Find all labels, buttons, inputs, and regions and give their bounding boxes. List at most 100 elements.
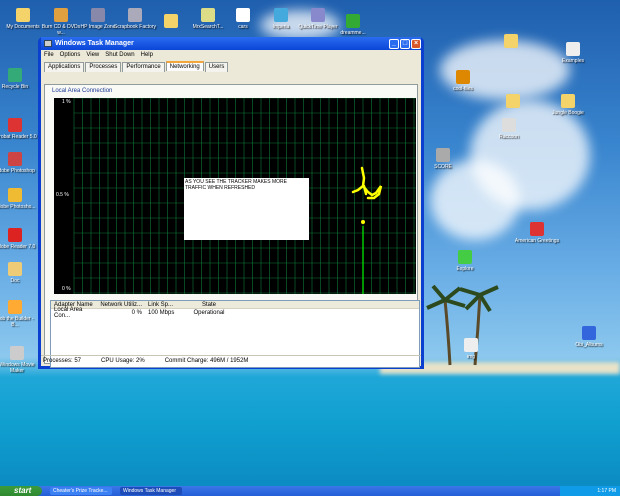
shortcut-icon: [530, 222, 544, 236]
menu-file[interactable]: File: [44, 52, 54, 58]
desktop-icon[interactable]: Windows Movie Maker: [0, 346, 40, 374]
desktop-icon[interactable]: cool-files: [440, 70, 486, 92]
close-button[interactable]: ×: [411, 38, 421, 49]
shortcut-icon: [10, 346, 24, 360]
shortcut-icon: [16, 8, 30, 22]
col-state[interactable]: State: [185, 302, 233, 308]
tab-performance[interactable]: Performance: [122, 62, 165, 72]
menu-shut-down[interactable]: Shut Down: [105, 52, 134, 58]
shortcut-icon: [8, 300, 22, 314]
traffic-spike: [351, 166, 383, 200]
desktop-icon-label: Doc: [10, 278, 20, 284]
desktop-icon[interactable]: img: [448, 338, 494, 360]
desktop-icon-label: cars: [238, 24, 248, 30]
traffic-point: [361, 220, 365, 224]
cell-state: Operational: [193, 310, 225, 316]
shortcut-icon: [8, 228, 22, 242]
desktop-icon-label: dreamme...: [340, 30, 366, 36]
desktop-icon-label: MrxSearchT...: [192, 24, 224, 30]
cell-link-speed: 100 Mbps: [148, 310, 175, 316]
desktop-icon[interactable]: Acrobat Reader 5.0: [0, 118, 38, 140]
menu-bar: File Options View Shut Down Help: [41, 50, 421, 60]
desktop-icon-label: My Documents: [6, 24, 40, 30]
status-processes: Processes: 57: [43, 358, 82, 364]
desktop-icon[interactable]: Jungle Boogie: [545, 94, 591, 116]
shortcut-icon: [8, 188, 22, 202]
shortcut-icon: [164, 14, 178, 28]
desktop-icon-label: Windows Movie Maker: [0, 362, 35, 374]
desktop-icon[interactable]: Raccoon: [486, 118, 532, 140]
shortcut-icon: [346, 14, 360, 28]
desktop-icon-label: Bob the Builder - B...: [0, 316, 34, 328]
network-graph: 1 % 0.5 % 0 % AS YOU SEE THE TRACKER MAK…: [54, 98, 416, 294]
shortcut-icon: [201, 8, 215, 22]
start-button[interactable]: start: [0, 486, 42, 496]
shortcut-icon: [8, 68, 22, 82]
cell-adapter: Local Area Con...: [54, 307, 83, 319]
shortcut-icon: [8, 262, 22, 276]
shortcut-icon: [274, 8, 288, 22]
status-bar: Processes: 57 CPU Usage: 2% Commit Charg…: [41, 355, 421, 366]
group-label: Local Area Connection: [52, 88, 113, 94]
shortcut-icon: [464, 338, 478, 352]
shortcut-icon: [566, 42, 580, 56]
maximize-button[interactable]: □: [400, 38, 410, 49]
tab-users[interactable]: Users: [204, 62, 229, 72]
desktop-icon-label: American Greetings: [514, 238, 560, 244]
tab-networking[interactable]: Networking: [165, 61, 204, 71]
shortcut-icon: [436, 148, 450, 162]
minimize-button[interactable]: _: [389, 38, 399, 49]
desktop-icon[interactable]: [490, 94, 536, 110]
desktop-icon-label: cool-files: [453, 86, 473, 92]
desktop-icon[interactable]: Doc: [0, 262, 38, 284]
system-tray-clock: 1:17 PM: [560, 486, 620, 496]
shortcut-icon: [8, 152, 22, 166]
desktop-icon-label: Adobe Photosho...: [0, 204, 36, 210]
shortcut-icon: [8, 118, 22, 132]
shortcut-icon: [236, 8, 250, 22]
annotation-box: AS YOU SEE THE TRACKER MAKES MORE TRAFFI…: [184, 178, 309, 240]
desktop-icon[interactable]: Recycle Bin: [0, 68, 38, 90]
desktop-icon[interactable]: [488, 34, 534, 50]
cell-utilization: 0 %: [131, 310, 142, 316]
desktop-icon[interactable]: Adobe Photosho...: [0, 188, 38, 210]
shortcut-icon: [128, 8, 142, 22]
shortcut-icon: [54, 8, 68, 22]
desktop-icon[interactable]: Bob the Builder - B...: [0, 300, 38, 328]
taskbar-button-tracker[interactable]: Cheater's Prize Tracke...: [50, 487, 112, 495]
menu-view[interactable]: View: [86, 52, 99, 58]
table-row[interactable]: Local Area Con... 0 % 100 Mbps Operation…: [51, 307, 419, 319]
desktop-icon[interactable]: SCORE: [420, 148, 466, 170]
shortcut-icon: [458, 250, 472, 264]
desktop-icon[interactable]: American Greetings: [514, 222, 560, 244]
status-cpu: CPU Usage: 2%: [101, 358, 145, 364]
col-network-utilization[interactable]: Network Utiliz...: [99, 302, 145, 308]
desktop-icon[interactable]: Adobe Reader 7.0: [0, 228, 38, 250]
tab-processes[interactable]: Processes: [85, 62, 122, 72]
menu-help[interactable]: Help: [141, 52, 153, 58]
desktop-icon[interactable]: Examples: [550, 42, 596, 64]
shortcut-icon: [504, 34, 518, 48]
shortcut-icon: [456, 70, 470, 84]
menu-options[interactable]: Options: [60, 52, 81, 58]
shortcut-icon: [311, 8, 325, 22]
desktop-icon-label: Acrobat Reader 5.0: [0, 134, 37, 140]
desktop-icon[interactable]: Obi_Albums: [566, 326, 612, 348]
desktop-icon-label: Imperia: [272, 24, 290, 30]
desktop-icon-label: Jungle Boogie: [552, 110, 584, 116]
status-commit: Commit Charge: 496M / 1952M: [164, 358, 249, 364]
tab-applications[interactable]: Applications: [44, 62, 85, 72]
task-manager-window: Windows Task Manager _ □ × File Options Vi…: [38, 37, 424, 369]
desktop-icon[interactable]: Adobe Photoshop: [0, 152, 38, 174]
task-manager-icon: [44, 40, 52, 47]
desktop-icon-label: Explore: [456, 266, 474, 272]
desktop-icon[interactable]: Explore: [442, 250, 488, 272]
col-link-speed[interactable]: Link Sp...: [145, 302, 185, 308]
title-bar[interactable]: Windows Task Manager _ □ ×: [41, 37, 421, 50]
desktop-icon-label: Adobe Reader 7.0: [0, 244, 36, 250]
y-label-max: 1 %: [62, 99, 71, 105]
y-label-min: 0 %: [62, 286, 71, 292]
shortcut-icon: [582, 326, 596, 340]
desktop-icon[interactable]: dreamme...: [330, 14, 376, 36]
taskbar-button-task-manager[interactable]: Windows Task Manager: [120, 487, 182, 495]
